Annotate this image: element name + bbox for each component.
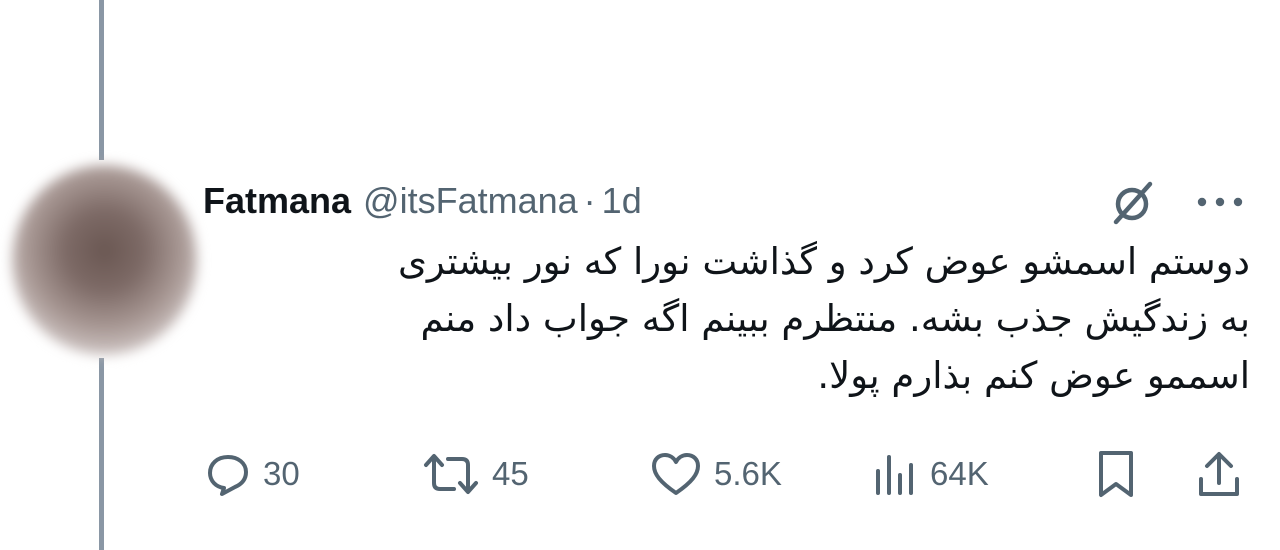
author-handle[interactable]: @itsFatmana bbox=[363, 180, 578, 222]
separator-dot: · bbox=[583, 180, 596, 221]
tweet-text: دوستم اسمشو عوض کرد و گذاشت نورا که نور … bbox=[215, 233, 1250, 404]
views-icon bbox=[876, 455, 913, 495]
like-count: 5.6K bbox=[714, 455, 782, 492]
retweet-icon bbox=[424, 454, 478, 494]
more-options-icon[interactable] bbox=[1194, 184, 1246, 220]
tweet-text-line-1: دوستم اسمشو عوض کرد و گذاشت نورا که نور … bbox=[397, 240, 1250, 283]
action-bar: 30 45 5.6K 64K bbox=[0, 446, 1280, 502]
tweet-header: Fatmana @itsFatmana · 1d bbox=[203, 176, 642, 226]
reply-count: 30 bbox=[263, 455, 300, 492]
bookmark-button[interactable] bbox=[1096, 446, 1136, 502]
grok-icon[interactable] bbox=[1110, 180, 1156, 226]
bookmark-icon bbox=[1099, 451, 1133, 497]
tweet-text-line-3: اسممو عوض کنم بذارم پولا. bbox=[817, 354, 1250, 397]
timestamp[interactable]: 1d bbox=[602, 180, 642, 222]
reply-button[interactable]: 30 bbox=[205, 446, 300, 502]
views-button[interactable]: 64K bbox=[872, 446, 989, 502]
tweet-text-line-2: به زندگیش جذب بشه. منتظرم ببینم اگه جواب… bbox=[420, 297, 1250, 340]
views-count: 64K bbox=[930, 455, 989, 492]
heart-icon bbox=[652, 453, 700, 495]
retweet-button[interactable]: 45 bbox=[422, 446, 529, 502]
author-name[interactable]: Fatmana bbox=[203, 180, 351, 222]
share-icon bbox=[1199, 452, 1239, 496]
like-button[interactable]: 5.6K bbox=[650, 446, 782, 502]
reply-icon bbox=[208, 455, 248, 496]
share-button[interactable] bbox=[1196, 446, 1242, 502]
avatar[interactable] bbox=[12, 165, 197, 355]
retweet-count: 45 bbox=[492, 455, 529, 492]
thread-line-top bbox=[99, 0, 104, 160]
